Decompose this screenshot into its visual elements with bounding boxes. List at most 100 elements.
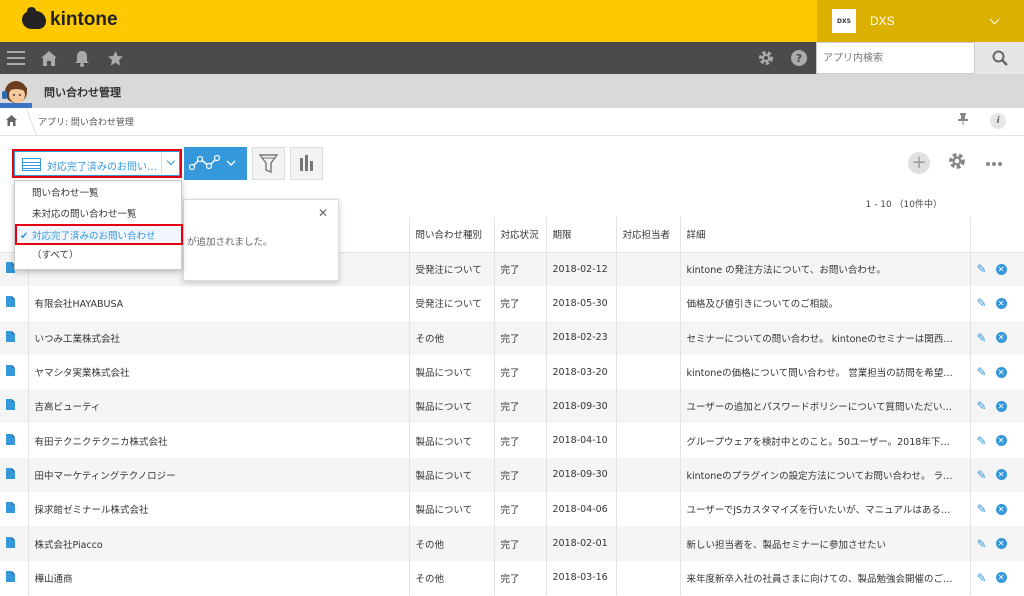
gear-icon xyxy=(949,153,965,169)
edit-pencil-icon[interactable]: ✎ xyxy=(977,296,987,310)
chevron-down-icon xyxy=(989,14,1000,25)
record-detail-link[interactable] xyxy=(0,389,28,424)
edit-pencil-icon[interactable]: ✎ xyxy=(977,468,987,482)
assignee-cell xyxy=(615,423,680,458)
row-actions: ✎ ✕ xyxy=(969,320,1024,355)
home-icon[interactable] xyxy=(36,42,62,74)
filter-button[interactable] xyxy=(252,147,285,180)
table-row: 有田テクニクテクニカ株式会社 製品について 完了 2018-04-10 グループウェアを… xyxy=(0,423,1024,458)
view-option-everything[interactable]: （すべて） xyxy=(15,245,183,266)
help-icon[interactable]: ? xyxy=(788,42,810,74)
type-cell: 受発注について xyxy=(408,252,494,287)
menu-icon[interactable] xyxy=(4,42,28,74)
table-row: 樺山通商 その他 完了 2018-03-16 来年度新卒入社の社員さまに向けての、製品勉… xyxy=(0,560,1024,595)
delete-icon[interactable]: ✕ xyxy=(995,435,1007,447)
pagination-info: 1 - 10 （10件中） xyxy=(865,200,942,210)
close-icon[interactable]: ✕ xyxy=(318,206,328,220)
delete-icon[interactable]: ✕ xyxy=(995,297,1007,309)
star-icon[interactable] xyxy=(103,42,127,74)
company-cell: 吉高ビューティ xyxy=(27,389,409,424)
row-actions: ✎ ✕ xyxy=(969,457,1024,493)
delete-icon[interactable]: ✕ xyxy=(995,366,1007,378)
column-header-type[interactable]: 問い合わせ種別 xyxy=(408,217,494,253)
edit-pencil-icon[interactable]: ✎ xyxy=(977,502,987,516)
detail-cell: 新しい担当者を、製品セミナーに参加させたい xyxy=(679,526,970,561)
edit-pencil-icon[interactable]: ✎ xyxy=(977,537,987,551)
assignee-cell xyxy=(615,252,680,287)
search-button[interactable] xyxy=(975,42,1024,74)
table-row: ヤマシタ実業株式会社 製品について 完了 2018-03-20 kintoneの価格につ… xyxy=(0,354,1024,390)
view-selector[interactable]: 対応完了済みのお問い… xyxy=(12,149,182,178)
document-icon xyxy=(6,399,15,411)
app-search-input[interactable] xyxy=(816,42,975,74)
status-cell: 完了 xyxy=(493,526,546,561)
due-cell: 2018-09-30 xyxy=(545,457,616,493)
row-actions: ✎ ✕ xyxy=(969,526,1024,561)
app-title: 問い合わせ管理 xyxy=(44,86,121,99)
assignee-cell xyxy=(615,560,680,595)
type-cell: 製品について xyxy=(408,354,494,390)
edit-pencil-icon[interactable]: ✎ xyxy=(977,331,987,345)
edit-pencil-icon[interactable]: ✎ xyxy=(977,571,987,585)
chevron-down-icon xyxy=(226,160,236,166)
chevron-down-icon xyxy=(166,156,176,166)
record-detail-link[interactable] xyxy=(0,355,28,389)
delete-icon[interactable]: ✕ xyxy=(995,332,1007,344)
record-detail-link[interactable] xyxy=(0,423,28,457)
table-row: 有限会社HAYABUSA 受発注について 完了 2018-05-30 価格及び値引きにつ… xyxy=(0,286,1024,321)
view-option-unresolved[interactable]: 未対応の問い合わせ一覧 xyxy=(15,204,183,225)
edit-pencil-icon[interactable]: ✎ xyxy=(977,434,987,448)
bell-icon[interactable] xyxy=(70,42,94,74)
add-record-button[interactable]: + xyxy=(908,152,930,174)
info-icon[interactable]: i xyxy=(990,113,1006,129)
space-switcher[interactable]: DXS DXS xyxy=(817,0,1024,42)
record-detail-link[interactable] xyxy=(0,561,28,595)
column-header-detail[interactable]: 詳細 xyxy=(679,217,970,253)
document-icon xyxy=(6,502,15,514)
delete-icon[interactable]: ✕ xyxy=(995,263,1007,275)
edit-pencil-icon[interactable]: ✎ xyxy=(977,365,987,379)
kintone-logo[interactable]: kintone xyxy=(22,7,118,31)
settings-gear-icon[interactable] xyxy=(754,42,778,74)
column-header-assignee[interactable]: 対応担当者 xyxy=(615,217,680,253)
assignee-cell xyxy=(615,526,680,561)
row-actions: ✎ ✕ xyxy=(969,560,1024,595)
delete-icon[interactable]: ✕ xyxy=(995,400,1007,412)
table-row: 吉高ビューティ 製品について 完了 2018-09-30 ユーザーの追加とパスワードポリ… xyxy=(0,389,1024,424)
breadcrumb-app-link[interactable]: アプリ: 問い合わせ管理 xyxy=(38,115,134,128)
company-cell: 採求館ゼミナール株式会社 xyxy=(27,492,409,527)
column-header-due[interactable]: 期限 xyxy=(545,217,616,253)
detail-cell: ユーザーの追加とパスワードポリシーについて質問いただい… xyxy=(679,389,970,424)
due-cell: 2018-04-06 xyxy=(545,492,616,527)
view-option-all-inquiries[interactable]: 問い合わせ一覧 xyxy=(15,183,183,204)
record-detail-link[interactable] xyxy=(0,526,28,561)
view-option-resolved[interactable]: ✔ 対応完了済みのお問い合わせ xyxy=(15,224,183,245)
type-cell: その他 xyxy=(408,560,494,595)
delete-icon[interactable]: ✕ xyxy=(995,503,1007,515)
table-view-icon xyxy=(22,158,41,171)
delete-icon[interactable]: ✕ xyxy=(995,572,1007,584)
more-options-button[interactable] xyxy=(985,153,1003,171)
filter-icon xyxy=(258,154,279,174)
column-header-status[interactable]: 対応状況 xyxy=(493,217,546,253)
detail-cell: グループウェアを検討中とのこと。50ユーザー。2018年下… xyxy=(679,423,970,458)
company-cell: 株式会社Piacco xyxy=(27,526,409,561)
record-detail-link[interactable] xyxy=(0,492,28,526)
record-detail-link[interactable] xyxy=(0,457,28,493)
edit-pencil-icon[interactable]: ✎ xyxy=(977,262,987,276)
record-detail-link[interactable] xyxy=(0,286,28,320)
delete-icon[interactable]: ✕ xyxy=(995,469,1007,481)
pin-icon[interactable] xyxy=(958,113,968,128)
due-cell: 2018-03-20 xyxy=(545,354,616,390)
due-cell: 2018-04-10 xyxy=(545,423,616,458)
app-settings-button[interactable] xyxy=(948,152,966,175)
delete-icon[interactable]: ✕ xyxy=(995,538,1007,550)
record-detail-link[interactable] xyxy=(0,320,28,355)
type-cell: その他 xyxy=(408,320,494,355)
document-icon xyxy=(6,296,15,308)
edit-pencil-icon[interactable]: ✎ xyxy=(977,399,987,413)
status-cell: 完了 xyxy=(493,492,546,527)
ellipsis-icon xyxy=(986,162,1002,166)
chart-button[interactable] xyxy=(290,147,323,180)
graph-button[interactable] xyxy=(184,147,247,180)
